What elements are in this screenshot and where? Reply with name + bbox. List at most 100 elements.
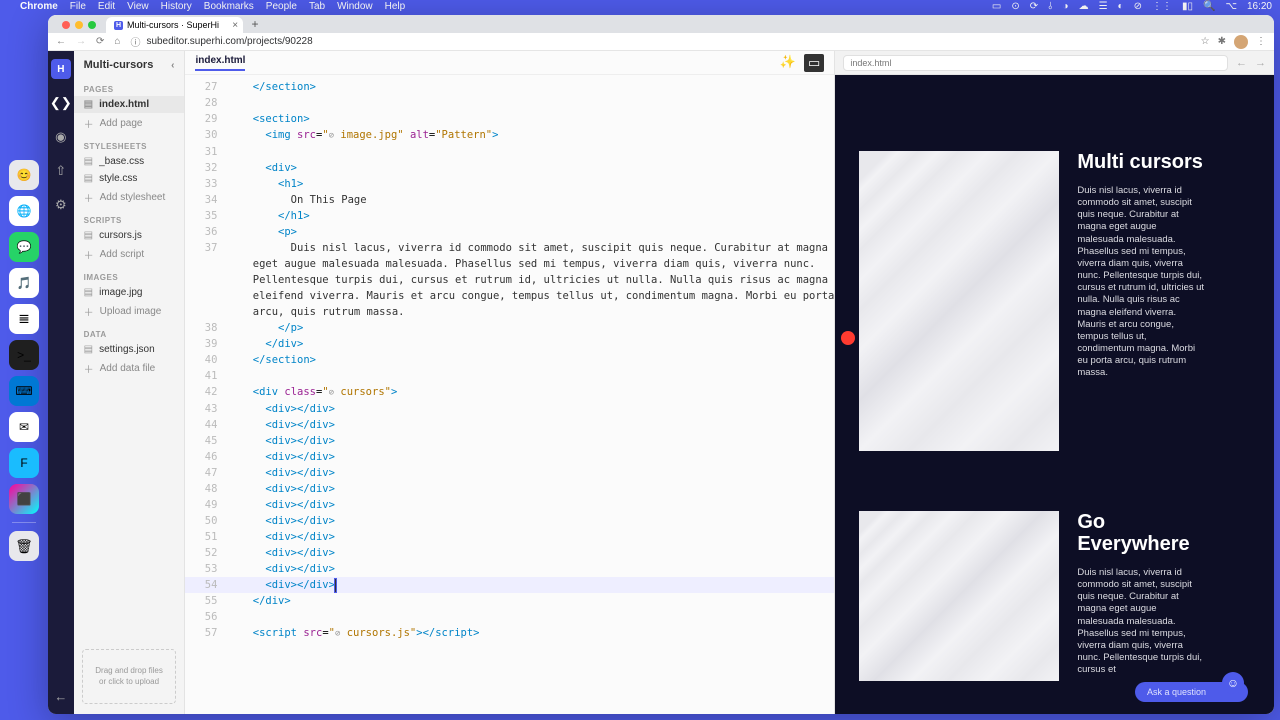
- code-line[interactable]: 42 <div class="⊘ cursors">: [185, 384, 834, 401]
- settings-gear-icon[interactable]: ⚙: [51, 195, 71, 215]
- layout-toggle-icon[interactable]: ▭: [804, 54, 824, 72]
- dock-app-icon[interactable]: 💬: [9, 232, 39, 262]
- code-content[interactable]: [227, 368, 834, 384]
- menubar-status-icon[interactable]: ⊙: [1011, 1, 1019, 12]
- menubar-time[interactable]: 16:20: [1247, 1, 1272, 12]
- code-content[interactable]: [227, 144, 834, 160]
- code-content[interactable]: arcu, quis rutrum massa.: [227, 304, 834, 320]
- code-line[interactable]: 46 <div></div>: [185, 449, 834, 465]
- code-content[interactable]: <script src="⊘ cursors.js"></script>: [227, 625, 834, 642]
- code-line[interactable]: eleifend viverra. Mauris et arcu congue,…: [185, 288, 834, 304]
- dock-app-icon[interactable]: ⌨: [9, 376, 39, 406]
- code-content[interactable]: <div></div>: [227, 449, 834, 465]
- upload-image-button[interactable]: ＋ Upload image: [74, 301, 185, 322]
- code-line[interactable]: 48 <div></div>: [185, 481, 834, 497]
- code-line[interactable]: 45 <div></div>: [185, 433, 834, 449]
- browser-tab[interactable]: H Multi-cursors · SuperHi ×: [106, 17, 243, 33]
- dock-app-icon[interactable]: 🌐: [9, 196, 39, 226]
- code-line[interactable]: 52 <div></div>: [185, 545, 834, 561]
- code-content[interactable]: <div>: [227, 160, 834, 176]
- code-line[interactable]: 31: [185, 144, 834, 160]
- menubar-item[interactable]: Bookmarks: [204, 1, 254, 12]
- code-line[interactable]: 54 <div></div>: [185, 577, 834, 593]
- maximize-window-button[interactable]: [88, 21, 96, 29]
- code-content[interactable]: <section>: [227, 111, 834, 127]
- magic-wand-icon[interactable]: ✨: [780, 54, 796, 72]
- dock-app-icon[interactable]: 😊: [9, 160, 39, 190]
- home-button[interactable]: ⌂: [114, 36, 120, 47]
- preview-back-icon[interactable]: ←: [1236, 57, 1247, 69]
- code-line[interactable]: 39 </div>: [185, 336, 834, 352]
- menubar-status-icon[interactable]: ◑: [1063, 1, 1069, 12]
- dropzone[interactable]: Drag and drop files or click to upload: [82, 649, 177, 704]
- code-content[interactable]: <div></div>: [227, 561, 834, 577]
- code-line[interactable]: 43 <div></div>: [185, 401, 834, 417]
- back-arrow-icon[interactable]: ←: [51, 686, 71, 706]
- file-item-stylesheet[interactable]: ▤ _base.css: [74, 153, 185, 170]
- code-line[interactable]: arcu, quis rutrum massa.: [185, 304, 834, 320]
- code-line[interactable]: 33 <h1>: [185, 176, 834, 192]
- code-line[interactable]: 36 <p>: [185, 224, 834, 240]
- code-content[interactable]: <div></div>: [227, 417, 834, 433]
- collapse-sidebar-icon[interactable]: ‹: [171, 60, 174, 71]
- code-line[interactable]: 44 <div></div>: [185, 417, 834, 433]
- code-line[interactable]: 35 </h1>: [185, 208, 834, 224]
- code-content[interactable]: </h1>: [227, 208, 834, 224]
- file-item-page[interactable]: ▤ index.html: [74, 96, 185, 113]
- code-line[interactable]: 56: [185, 609, 834, 625]
- code-editor[interactable]: 27 </section>28 29 <section>30 <img src=…: [185, 75, 834, 714]
- code-content[interactable]: Pellentesque turpis dui, cursus et rutru…: [227, 272, 834, 288]
- eye-preview-icon[interactable]: ◉: [51, 127, 71, 147]
- code-content[interactable]: eleifend viverra. Mauris et arcu congue,…: [227, 288, 834, 304]
- code-content[interactable]: </section>: [227, 352, 834, 368]
- active-file-tab[interactable]: index.html: [195, 55, 245, 71]
- code-line[interactable]: eget augue malesuada malesuada. Phasellu…: [185, 256, 834, 272]
- code-content[interactable]: <div class="⊘ cursors">: [227, 384, 834, 401]
- forward-button[interactable]: →: [76, 36, 86, 47]
- extensions-icon[interactable]: ✱: [1218, 36, 1226, 47]
- back-button[interactable]: ←: [56, 36, 66, 47]
- menubar-item[interactable]: Window: [337, 1, 373, 12]
- menubar-battery-icon[interactable]: ▮▯: [1182, 1, 1193, 12]
- code-line[interactable]: 40 </section>: [185, 352, 834, 368]
- add-script-button[interactable]: ＋ Add script: [74, 244, 185, 265]
- dock-app-icon[interactable]: >_: [9, 340, 39, 370]
- code-content[interactable]: <div></div>: [227, 545, 834, 561]
- menubar-status-icon[interactable]: ⫰: [1048, 1, 1052, 12]
- menubar-search-icon[interactable]: 🔍: [1203, 1, 1215, 12]
- trash-icon[interactable]: 🗑: [9, 531, 39, 561]
- menubar-item[interactable]: History: [161, 1, 192, 12]
- menubar-wifi-icon[interactable]: ⋮⋮: [1152, 1, 1172, 12]
- code-view-icon[interactable]: ❮❯: [51, 93, 71, 113]
- menubar-app[interactable]: Chrome: [20, 1, 58, 12]
- code-content[interactable]: </p>: [227, 320, 834, 336]
- code-line[interactable]: 57 <script src="⊘ cursors.js"></script>: [185, 625, 834, 642]
- code-line[interactable]: 41: [185, 368, 834, 384]
- code-content[interactable]: eget augue malesuada malesuada. Phasellu…: [227, 256, 834, 272]
- code-content[interactable]: [227, 95, 834, 111]
- smile-icon[interactable]: ☺: [1222, 672, 1244, 694]
- menubar-item[interactable]: File: [70, 1, 86, 12]
- code-content[interactable]: <div></div>: [227, 513, 834, 529]
- code-line[interactable]: 47 <div></div>: [185, 465, 834, 481]
- code-line[interactable]: 28: [185, 95, 834, 111]
- dock-app-icon[interactable]: 𝌆: [9, 304, 39, 334]
- menubar-item[interactable]: Help: [385, 1, 406, 12]
- add-data-button[interactable]: ＋ Add data file: [74, 358, 185, 379]
- code-line[interactable]: Pellentesque turpis dui, cursus et rutru…: [185, 272, 834, 288]
- code-line[interactable]: 55 </div>: [185, 593, 834, 609]
- dock-app-icon[interactable]: 🎵: [9, 268, 39, 298]
- menubar-item[interactable]: Tab: [309, 1, 325, 12]
- menubar-item[interactable]: View: [127, 1, 149, 12]
- code-line[interactable]: 32 <div>: [185, 160, 834, 176]
- file-item-script[interactable]: ▤ cursors.js: [74, 227, 185, 244]
- add-stylesheet-button[interactable]: ＋ Add stylesheet: [74, 187, 185, 208]
- code-content[interactable]: <img src="⊘ image.jpg" alt="Pattern">: [227, 127, 834, 144]
- preview-forward-icon[interactable]: →: [1255, 57, 1266, 69]
- code-line[interactable]: 27 </section>: [185, 79, 834, 95]
- menubar-status-icon[interactable]: ⊘: [1134, 1, 1142, 12]
- dock-app-icon[interactable]: F: [9, 448, 39, 478]
- code-line[interactable]: 53 <div></div>: [185, 561, 834, 577]
- code-content[interactable]: <div></div>: [227, 577, 834, 593]
- code-content[interactable]: <p>: [227, 224, 834, 240]
